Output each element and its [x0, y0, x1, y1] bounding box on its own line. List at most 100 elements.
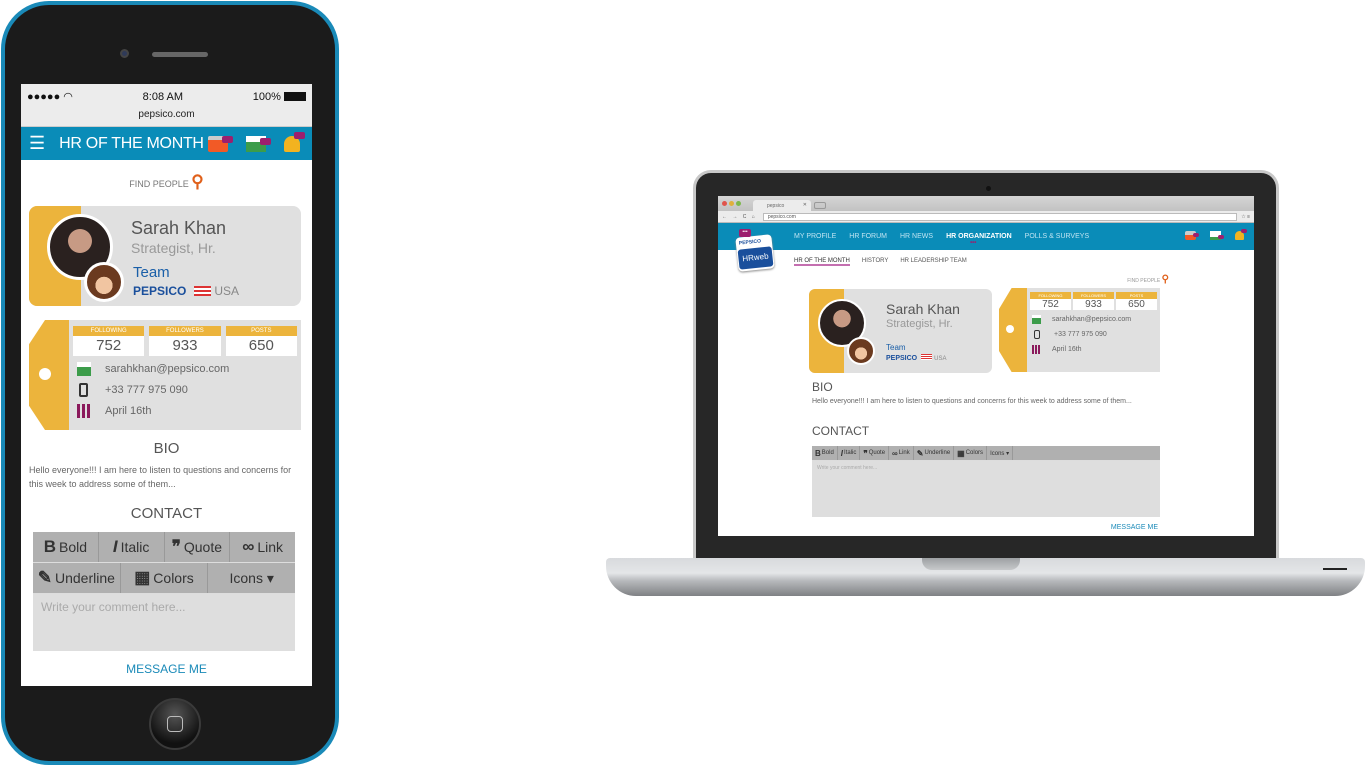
colors-button[interactable]: ▦ Colors [954, 446, 988, 460]
stat-followers[interactable]: FOLLOWERS 933 [1073, 292, 1114, 310]
birthday-row: April 16th [1032, 344, 1160, 355]
email-row[interactable]: sarahkhan@pepsico.com [77, 361, 301, 377]
stat-following[interactable]: FOLLOWING 752 [73, 326, 145, 356]
search-icon[interactable]: ⚲ [191, 172, 203, 191]
sub-nav: HR OF THE MONTH HISTORY HR LEADERSHIP TE… [794, 258, 979, 266]
phone-icon [79, 383, 88, 397]
team-label: Team [886, 343, 906, 352]
url-bar[interactable]: pepsico.com [21, 109, 312, 127]
icons-dropdown[interactable]: Icons ▾ [987, 446, 1014, 460]
link-button[interactable]: ∞ Link [230, 532, 295, 562]
link-button[interactable]: ∞ Link [889, 446, 914, 460]
close-window-icon[interactable] [722, 201, 727, 206]
nav-hr-news[interactable]: HR NEWS [900, 233, 933, 240]
browser-nav-icons[interactable]: ← → C ⌂ [722, 214, 757, 220]
subnav-hr-of-the-month[interactable]: HR OF THE MONTH [794, 258, 850, 266]
mail-icon[interactable] [1210, 231, 1224, 240]
phone-icon [1034, 330, 1040, 339]
link-icon: ∞ [892, 448, 898, 458]
team-label: Team [133, 264, 170, 281]
bio-text: Hello everyone!!! I am here to listen to… [29, 465, 292, 489]
profile-role: Strategist, Hr. [131, 240, 216, 256]
subnav-history[interactable]: HISTORY [862, 258, 888, 266]
message-me-button[interactable]: MESSAGE ME [1111, 524, 1158, 531]
italic-button[interactable]: I Italic [99, 532, 165, 562]
grid-icon: ▦ [134, 568, 151, 587]
find-people[interactable]: FIND PEOPLE ⚲ [21, 172, 312, 192]
notification-badge [1193, 233, 1199, 237]
wifi-icon: ◠ [63, 91, 73, 103]
tag-hole [39, 368, 51, 380]
quote-icon: ❞ [171, 537, 181, 556]
new-tab-button[interactable] [814, 202, 826, 209]
notification-badge [1241, 229, 1247, 233]
calendar-chart-icon[interactable] [1185, 231, 1199, 240]
stat-following[interactable]: FOLLOWING 752 [1030, 292, 1071, 310]
address-bar[interactable]: pepsico.com [762, 212, 1238, 221]
message-me-button[interactable]: MESSAGE ME [21, 662, 312, 676]
pencil-icon: ✎ [37, 568, 52, 587]
browser-tab[interactable]: pepsico ✕ [753, 200, 811, 211]
nav-polls-surveys[interactable]: POLLS & SURVEYS [1025, 233, 1089, 240]
stat-posts[interactable]: POSTS 650 [225, 326, 297, 356]
laptop-base [606, 558, 1365, 596]
profile-role: Strategist, Hr. [886, 318, 953, 330]
nav-hr-forum[interactable]: HR FORUM [849, 233, 887, 240]
quote-button[interactable]: ❞ Quote [165, 532, 231, 562]
maximize-window-icon[interactable] [736, 201, 741, 206]
quote-icon: ❞ [863, 448, 868, 458]
pencil-icon: ✎ [916, 448, 924, 458]
underline-button[interactable]: ✎ Underline [33, 563, 121, 593]
nav-my-profile[interactable]: MY PROFILE [794, 233, 836, 240]
bell-icon[interactable] [283, 131, 305, 152]
email-row[interactable]: sarahkhan@pepsico.com [1032, 314, 1160, 325]
comment-input[interactable]: Write your comment here... [812, 461, 1160, 517]
stat-posts[interactable]: POSTS 650 [1116, 292, 1157, 310]
notification-badge [221, 135, 233, 143]
comment-input[interactable]: Write your comment here... [33, 594, 295, 651]
hamburger-menu-icon[interactable]: ☰ [29, 133, 45, 154]
colors-button[interactable]: ▦ Colors [121, 563, 209, 593]
desktop-screen: pepsico ✕ ← → C ⌂ pepsico.com ☆ ≡ MY PROF… [718, 196, 1254, 536]
search-icon[interactable]: ⚲ [1162, 274, 1169, 285]
subnav-hr-leadership-team[interactable]: HR LEADERSHIP TEAM [900, 258, 966, 266]
country: USA [934, 356, 947, 362]
calendar-chart-icon[interactable] [207, 135, 233, 152]
profile-card: Sarah Khan Strategist, Hr. Team PEPSICO U… [29, 206, 301, 306]
minimize-window-icon[interactable] [729, 201, 734, 206]
editor-toolbar-row-1: B Bold I Italic ❞ Quote ∞ Link [33, 532, 295, 563]
stat-followers[interactable]: FOLLOWERS 933 [149, 326, 221, 356]
mobile-screen: ●●●●● ◠ 8:08 AM 100% pepsico.com ☰ HR OF… [21, 84, 312, 686]
nav-hr-organization[interactable]: HR ORGANIZATION [946, 233, 1012, 246]
mail-icon[interactable] [245, 135, 271, 152]
bell-icon[interactable] [1235, 229, 1247, 240]
find-people[interactable]: FIND PEOPLE ⚲ [1127, 274, 1169, 285]
close-tab-icon[interactable]: ✕ [803, 202, 807, 208]
browser-menu-icon[interactable]: ☆ ≡ [1241, 214, 1250, 220]
cartoon-avatar [847, 337, 875, 365]
italic-button[interactable]: I Italic [838, 446, 861, 460]
home-button[interactable] [149, 698, 201, 750]
notification-badge [259, 137, 271, 145]
icons-dropdown[interactable]: Icons ▾ [208, 563, 295, 593]
italic-icon: I [112, 537, 118, 556]
contact-heading: CONTACT [130, 505, 203, 522]
browser-titlebar: pepsico ✕ [718, 196, 1254, 211]
status-time: 8:08 AM [142, 90, 184, 103]
editor-toolbar-row-2: ✎ Underline ▦ Colors Icons ▾ [33, 563, 295, 594]
quote-button[interactable]: ❞ Quote [860, 446, 890, 460]
bold-button[interactable]: B Bold [33, 532, 99, 562]
bold-button[interactable]: B Bold [812, 446, 838, 460]
bio-text: Hello everyone!!! I am here to listen to… [812, 398, 1132, 405]
hrweb-logo[interactable]: PEPSICO HRweb ••• [735, 229, 775, 272]
profile-card: Sarah Khan Strategist, Hr. Team PEPSICO U… [809, 289, 992, 373]
bold-icon: B [43, 537, 56, 556]
bold-icon: B [815, 448, 821, 458]
phone-row[interactable]: +33 777 975 090 [77, 382, 301, 398]
phone-row[interactable]: +33 777 975 090 [1032, 329, 1160, 340]
laptop-camera [986, 186, 991, 191]
chat-bubble-icon: ••• [739, 229, 751, 237]
underline-button[interactable]: ✎ Underline [914, 446, 955, 460]
stats-row: FOLLOWING 752 FOLLOWERS 933 POSTS 650 [69, 320, 301, 356]
laptop-notch [922, 558, 1020, 570]
